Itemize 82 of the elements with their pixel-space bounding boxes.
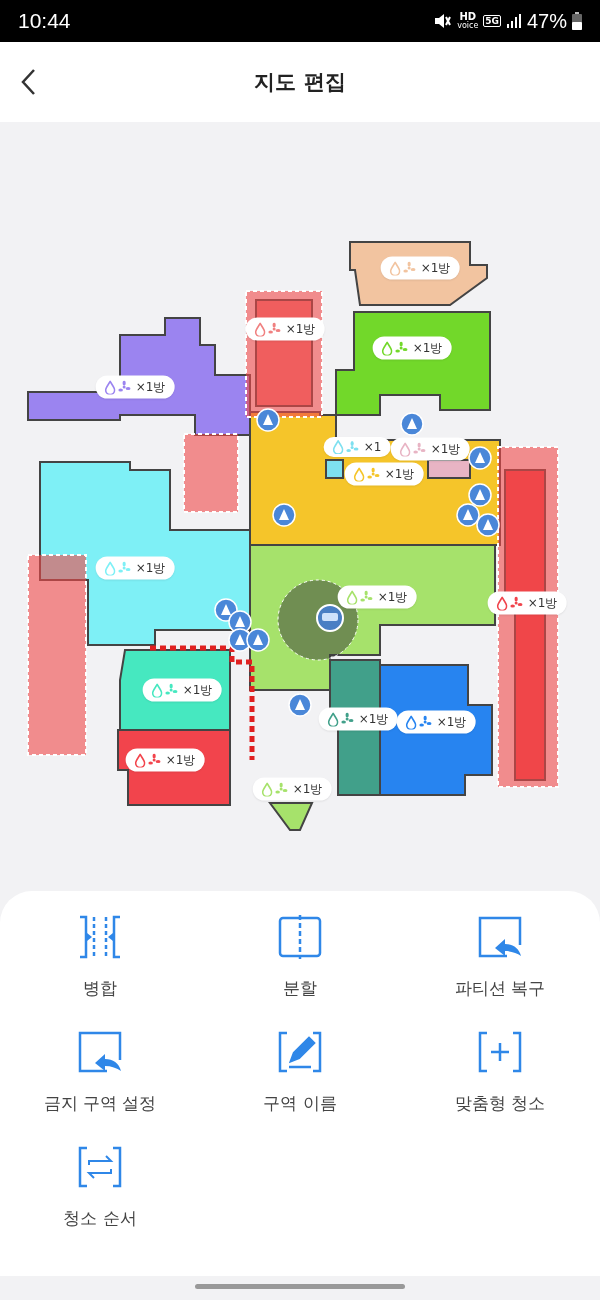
fan-icon <box>164 683 178 697</box>
fan-icon <box>402 261 416 275</box>
signal-icon <box>505 13 522 29</box>
fan-icon <box>345 440 359 454</box>
room-label[interactable]: ×1방 <box>372 336 452 360</box>
room-label[interactable]: ×1방 <box>252 777 332 801</box>
network-label: 5G <box>483 15 501 27</box>
back-icon <box>20 68 36 96</box>
room-label[interactable]: ×1방 <box>344 462 424 486</box>
room-label[interactable]: ×1방 <box>318 707 398 731</box>
room-label[interactable]: ×1방 <box>95 556 175 580</box>
room-label[interactable]: ×1방 <box>396 710 476 734</box>
action-button[interactable]: 병합 <box>0 911 200 1004</box>
page-title: 지도 편집 <box>254 69 346 96</box>
clock: 10:44 <box>18 9 71 33</box>
room-label[interactable]: ×1방 <box>245 317 325 341</box>
no-go-zone[interactable] <box>497 446 559 788</box>
voice-label: voice <box>457 22 479 30</box>
room-label[interactable]: ×1방 <box>95 375 175 399</box>
water-drop-icon <box>389 261 401 275</box>
water-drop-icon <box>346 590 358 604</box>
water-drop-icon <box>261 782 273 796</box>
action-button[interactable]: 분할 <box>200 911 400 1004</box>
room-label[interactable]: ×1방 <box>487 591 567 615</box>
water-drop-icon <box>104 561 116 575</box>
room-label[interactable]: ×1방 <box>390 437 470 461</box>
water-drop-icon <box>104 380 116 394</box>
fan-icon <box>394 341 408 355</box>
action-button[interactable]: 구역 이름 <box>200 1026 400 1119</box>
swap-arrows-icon <box>77 1145 123 1189</box>
action-button[interactable]: 파티션 복구 <box>400 911 600 1004</box>
fan-icon <box>509 596 523 610</box>
room-label[interactable]: ×1방 <box>125 748 205 772</box>
obstacle-marker-icon[interactable] <box>272 503 296 527</box>
fan-icon <box>418 715 432 729</box>
fan-icon <box>147 753 161 767</box>
undo-arrow-icon <box>77 1030 123 1074</box>
fan-icon <box>267 322 281 336</box>
pencil-icon <box>277 1030 323 1074</box>
room-label[interactable]: ×1방 <box>337 585 417 609</box>
battery-icon <box>572 12 582 30</box>
obstacle-marker-icon[interactable] <box>400 412 424 436</box>
mute-icon <box>434 13 453 29</box>
room-area[interactable] <box>39 461 251 646</box>
merge-icon <box>77 915 123 959</box>
water-drop-icon <box>134 753 146 767</box>
battery-percent: 47% <box>526 9 567 33</box>
obstacle-marker-icon[interactable] <box>476 513 500 537</box>
room-area[interactable] <box>268 802 314 831</box>
room-label[interactable]: ×1 <box>323 437 391 457</box>
water-drop-icon <box>327 712 339 726</box>
water-drop-icon <box>496 596 508 610</box>
water-drop-icon <box>151 683 163 697</box>
water-drop-icon <box>381 341 393 355</box>
fan-icon <box>340 712 354 726</box>
fan-icon <box>359 590 373 604</box>
water-drop-icon <box>254 322 266 336</box>
obstacle-marker-icon[interactable] <box>468 483 492 507</box>
action-button[interactable]: 맞춤형 청소 <box>400 1026 600 1119</box>
room-label[interactable]: ×1방 <box>380 256 460 280</box>
fan-icon <box>117 380 131 394</box>
fan-icon <box>412 442 426 456</box>
water-drop-icon <box>353 467 365 481</box>
obstacle-marker-icon[interactable] <box>256 408 280 432</box>
plus-icon <box>477 1030 523 1074</box>
room-area[interactable] <box>427 459 471 479</box>
action-button[interactable]: 청소 순서 <box>0 1141 200 1234</box>
water-drop-icon <box>405 715 417 729</box>
room-label[interactable]: ×1방 <box>142 678 222 702</box>
action-button[interactable]: 금지 구역 설정 <box>0 1026 200 1119</box>
water-drop-icon <box>399 442 411 456</box>
obstacle-marker-icon[interactable] <box>456 503 480 527</box>
fan-icon <box>366 467 380 481</box>
water-drop-icon <box>332 440 344 454</box>
hd-label: HD <box>459 12 477 22</box>
obstacle-marker-icon[interactable] <box>246 628 270 652</box>
obstacle-marker-icon[interactable] <box>288 693 312 717</box>
fan-icon <box>274 782 288 796</box>
obstacle-marker-icon[interactable] <box>468 446 492 470</box>
fan-icon <box>117 561 131 575</box>
undo-arrow-icon <box>477 915 523 959</box>
split-icon <box>277 915 323 959</box>
